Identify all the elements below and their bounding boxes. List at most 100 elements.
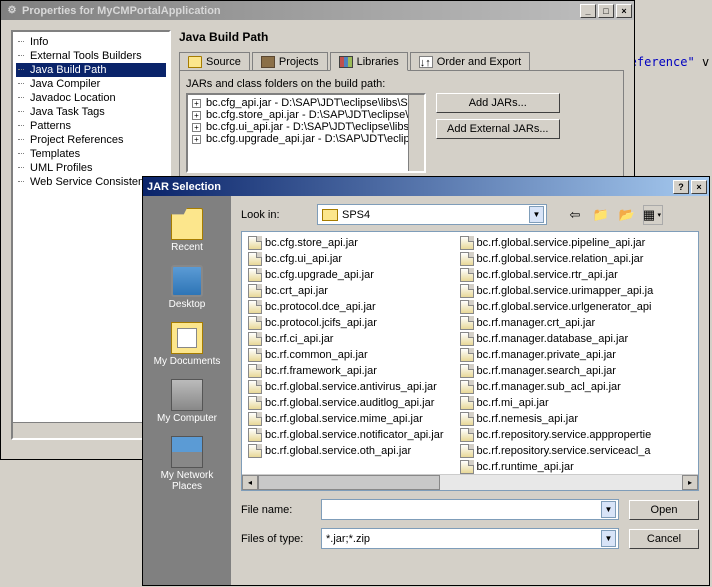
properties-title: Properties for MyCMPortalApplication (22, 5, 221, 17)
file-item[interactable]: bc.cfg.upgrade_api.jar (248, 267, 444, 283)
tree-item[interactable]: External Tools Builders (16, 49, 166, 63)
tree-item[interactable]: Project References (16, 133, 166, 147)
box-icon (261, 56, 275, 68)
file-item[interactable]: bc.rf.framework_api.jar (248, 363, 444, 379)
jar-item[interactable]: +bc.cfg.upgrade_api.jar - D:\SAP\JDT\ecl… (190, 133, 422, 145)
jar-icon (248, 300, 262, 314)
place-documents[interactable]: My Documents (147, 318, 227, 371)
expand-icon[interactable]: + (192, 111, 201, 120)
jar-scrollbar[interactable] (408, 95, 424, 171)
file-item[interactable]: bc.rf.global.service.auditlog_api.jar (248, 395, 444, 411)
expand-icon[interactable]: + (192, 123, 201, 132)
help-button[interactable]: ? (673, 180, 689, 194)
file-item[interactable]: bc.protocol.dce_api.jar (248, 299, 444, 315)
tree-item[interactable]: Info (16, 35, 166, 49)
filename-input[interactable]: ▼ (321, 499, 619, 520)
cancel-button[interactable]: Cancel (629, 529, 699, 549)
file-item[interactable]: bc.rf.manager.crt_api.jar (460, 315, 654, 331)
file-item[interactable]: bc.rf.global.service.urimapper_api.ja (460, 283, 654, 299)
tab-libraries[interactable]: Libraries (330, 52, 408, 71)
file-item[interactable]: bc.rf.global.service.notificator_api.jar (248, 427, 444, 443)
add-jars-button[interactable]: Add JARs... (436, 93, 560, 113)
jar-dialog-titlebar[interactable]: JAR Selection ? × (143, 177, 709, 196)
file-item[interactable]: bc.rf.global.service.mime_api.jar (248, 411, 444, 427)
up-folder-button[interactable]: 📁 (591, 205, 611, 225)
maximize-button[interactable]: □ (598, 4, 614, 18)
file-item[interactable]: bc.rf.global.service.pipeline_api.jar (460, 235, 654, 251)
open-button[interactable]: Open (629, 500, 699, 520)
add-external-jars-button[interactable]: Add External JARs... (436, 119, 560, 139)
filename-label: File name: (241, 504, 311, 516)
file-item[interactable]: bc.rf.common_api.jar (248, 347, 444, 363)
lookin-combo[interactable]: SPS4 ▼ (317, 204, 547, 225)
tab-source[interactable]: Source (179, 52, 250, 70)
close-button[interactable]: × (616, 4, 632, 18)
jar-icon (460, 284, 474, 298)
tree-item[interactable]: Java Task Tags (16, 105, 166, 119)
expand-icon[interactable]: + (192, 99, 201, 108)
tree-item-selected[interactable]: Java Build Path (16, 63, 166, 77)
file-item[interactable]: bc.cfg.ui_api.jar (248, 251, 444, 267)
file-item[interactable]: bc.rf.repository.service.serviceacl_a (460, 443, 654, 459)
file-item[interactable]: bc.rf.mi_api.jar (460, 395, 654, 411)
file-list-scrollbar[interactable]: ◂ ▸ (242, 474, 698, 490)
file-column-2: bc.rf.global.service.pipeline_api.jar bc… (460, 235, 654, 471)
places-bar: Recent Desktop My Documents My Computer … (143, 196, 231, 585)
jar-icon (248, 236, 262, 250)
jar-item[interactable]: +bc.cfg_api.jar - D:\SAP\JDT\eclipse\lib… (190, 97, 422, 109)
file-item[interactable]: bc.rf.repository.service.apppropertie (460, 427, 654, 443)
back-button[interactable]: ⇦ (565, 205, 585, 225)
file-list[interactable]: bc.cfg.store_api.jar bc.cfg.ui_api.jar b… (241, 231, 699, 491)
file-item[interactable]: bc.protocol.jcifs_api.jar (248, 315, 444, 331)
filetype-combo[interactable]: *.jar;*.zip ▼ (321, 528, 619, 549)
tab-projects[interactable]: Projects (252, 52, 328, 70)
close-button[interactable]: × (691, 180, 707, 194)
place-recent[interactable]: Recent (147, 204, 227, 257)
file-item[interactable]: bc.cfg.store_api.jar (248, 235, 444, 251)
file-item[interactable]: bc.rf.ci_api.jar (248, 331, 444, 347)
place-network[interactable]: My Network Places (147, 432, 227, 496)
jar-icon (248, 364, 262, 378)
jar-item[interactable]: +bc.cfg.ui_api.jar - D:\SAP\JDT\eclipse\… (190, 121, 422, 133)
dropdown-icon[interactable]: ▼ (601, 530, 616, 547)
file-item[interactable]: bc.rf.nemesis_api.jar (460, 411, 654, 427)
view-menu-button[interactable]: ▦ (643, 205, 663, 225)
jar-icon (460, 396, 474, 410)
page-title: Java Build Path (179, 30, 624, 44)
scroll-thumb[interactable] (258, 475, 440, 490)
file-item[interactable]: bc.rf.global.service.relation_api.jar (460, 251, 654, 267)
place-desktop[interactable]: Desktop (147, 261, 227, 314)
dropdown-icon[interactable]: ▼ (601, 501, 616, 518)
place-computer[interactable]: My Computer (147, 375, 227, 428)
file-item[interactable]: bc.rf.manager.database_api.jar (460, 331, 654, 347)
tree-item[interactable]: UML Profiles (16, 161, 166, 175)
jar-icon (460, 316, 474, 330)
file-item[interactable]: bc.rf.global.service.antivirus_api.jar (248, 379, 444, 395)
jar-icon (460, 444, 474, 458)
file-item[interactable]: bc.rf.global.service.rtr_api.jar (460, 267, 654, 283)
tree-item[interactable]: Templates (16, 147, 166, 161)
file-item[interactable]: bc.rf.runtime_api.jar (460, 459, 654, 475)
file-item[interactable]: bc.rf.manager.sub_acl_api.jar (460, 379, 654, 395)
tab-order-export[interactable]: ↓↑Order and Export (410, 52, 530, 70)
tree-item[interactable]: Patterns (16, 119, 166, 133)
jar-item[interactable]: +bc.cfg.store_api.jar - D:\SAP\JDT\eclip… (190, 109, 422, 121)
desktop-icon (171, 265, 203, 297)
file-item[interactable]: bc.rf.manager.search_api.jar (460, 363, 654, 379)
jar-list[interactable]: +bc.cfg_api.jar - D:\SAP\JDT\eclipse\lib… (186, 93, 426, 173)
file-item[interactable]: bc.rf.global.service.oth_api.jar (248, 443, 444, 459)
scroll-left-icon[interactable]: ◂ (242, 475, 258, 490)
file-item[interactable]: bc.rf.manager.private_api.jar (460, 347, 654, 363)
file-item[interactable]: bc.rf.global.service.urlgenerator_api (460, 299, 654, 315)
tree-item[interactable]: Javadoc Location (16, 91, 166, 105)
scroll-right-icon[interactable]: ▸ (682, 475, 698, 490)
new-folder-button[interactable]: 📂 (617, 205, 637, 225)
dropdown-icon[interactable]: ▼ (529, 206, 544, 223)
tree-item[interactable]: Java Compiler (16, 77, 166, 91)
jar-icon (248, 444, 262, 458)
properties-titlebar[interactable]: ⚙ Properties for MyCMPortalApplication _… (1, 1, 634, 20)
minimize-button[interactable]: _ (580, 4, 596, 18)
jar-icon (460, 236, 474, 250)
file-item[interactable]: bc.crt_api.jar (248, 283, 444, 299)
expand-icon[interactable]: + (192, 135, 201, 144)
